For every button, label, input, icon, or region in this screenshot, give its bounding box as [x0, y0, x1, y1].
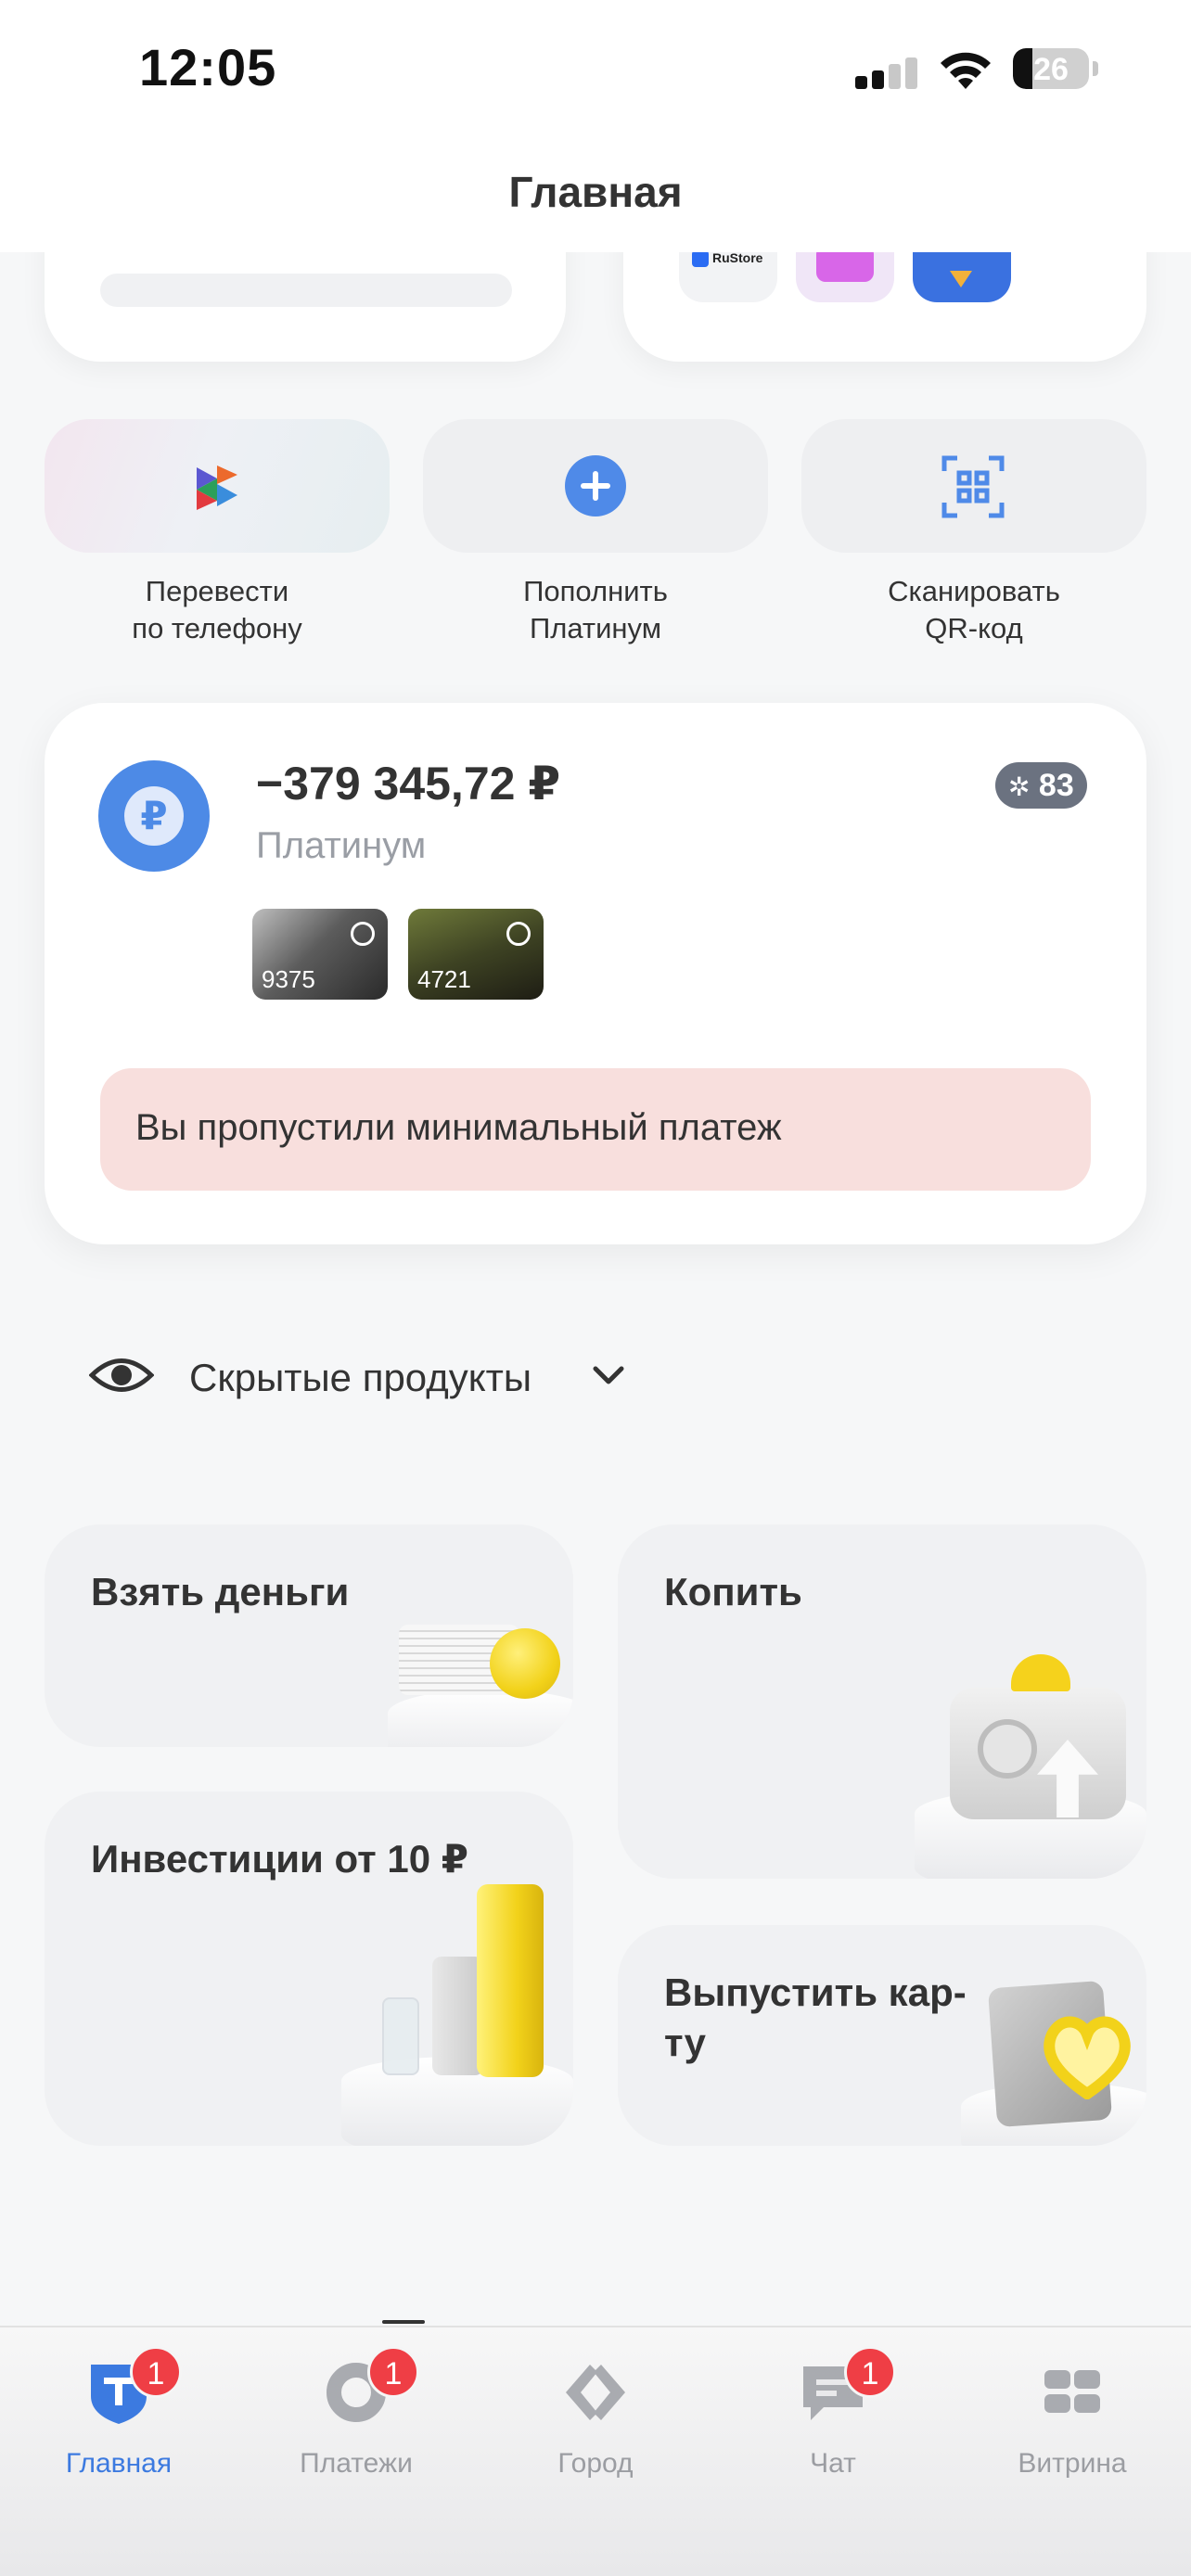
tab-city-label: Город	[557, 2448, 634, 2479]
qr-scan-label-line1: Сканировать	[888, 575, 1060, 607]
topup-label-line2: Платинум	[529, 612, 662, 644]
tab-payments[interactable]: 1 Платежи	[254, 2346, 458, 2481]
battery-nub	[1093, 61, 1098, 76]
save-title: Копить	[664, 1570, 802, 1613]
card-last4: 9375	[262, 965, 315, 993]
tab-chat-label: Чат	[810, 2448, 856, 2479]
chevron-down-icon	[593, 1366, 624, 1384]
tab-payments-label: Платежи	[300, 2448, 413, 2479]
issue-card-tile[interactable]: Выпустить кар- ту	[618, 1925, 1146, 2146]
placeholder-bar	[100, 274, 512, 307]
scroll-indicator	[382, 2320, 425, 2324]
quick-action-topup[interactable]: Пополнить Платинум	[423, 419, 768, 647]
quick-action-qr[interactable]: Сканировать QR-код	[801, 419, 1146, 647]
header: Главная	[0, 139, 1191, 252]
pedestal-graphic	[388, 1690, 573, 1747]
cloud-icon	[351, 922, 375, 946]
tab-showcase[interactable]: Витрина	[970, 2352, 1174, 2481]
tab-chat[interactable]: 1 Чат	[731, 2346, 935, 2481]
safe-graphic	[950, 1688, 1126, 1819]
account-name: Платинум	[256, 825, 427, 866]
gear-icon: ✲	[1008, 772, 1031, 801]
notification-badge: 1	[130, 2346, 182, 2398]
rustore-label: RuStore	[712, 250, 763, 265]
quick-action-transfer[interactable]: Перевести по телефону	[45, 419, 390, 647]
card-last4: 4721	[417, 965, 471, 993]
yellow-bar-graphic	[477, 1884, 544, 2077]
account-balance: −379 345,72 ₽	[256, 758, 561, 810]
tab-showcase-label: Витрина	[1018, 2448, 1127, 2479]
issue-card-title-line2: ту	[664, 2021, 706, 2064]
qr-scan-label-line2: QR-код	[925, 612, 1023, 644]
showcase-grid-icon	[1044, 2370, 1100, 2413]
page-title: Главная	[508, 168, 683, 216]
status-bar: 12:05 26	[0, 0, 1191, 139]
ruble-symbol: ₽	[124, 786, 184, 846]
city-diamond-icon	[566, 2365, 625, 2420]
eye-icon	[89, 1358, 154, 1392]
tab-home-label: Главная	[65, 2448, 173, 2479]
save-tile[interactable]: Копить	[618, 1524, 1146, 1879]
topup-button[interactable]	[423, 419, 768, 553]
battery-level: 26	[1033, 52, 1069, 87]
cashback-count: 83	[1038, 768, 1074, 803]
coin-graphic	[1011, 1654, 1070, 1691]
hidden-products-label: Скрытые продукты	[189, 1356, 532, 1399]
investments-tile[interactable]: Инвестиции от 10 ₽	[45, 1792, 573, 2146]
battery-icon: 26	[1013, 48, 1089, 89]
status-time: 12:05	[139, 38, 277, 96]
issue-card-title: Выпустить кар- ту	[664, 1968, 967, 2068]
tab-city[interactable]: Город	[493, 2352, 698, 2481]
account-card-platinum[interactable]: ₽ −379 345,72 ₽ Платинум ✲ 83 9375 4721 …	[45, 703, 1146, 1244]
tab-home[interactable]: 1 Главная	[17, 2346, 221, 2481]
missed-payment-alert[interactable]: Вы пропустили минимальный платеж	[100, 1068, 1091, 1191]
transfer-label-line1: Перевести	[145, 575, 289, 607]
cellular-signal-icon	[855, 56, 920, 89]
ruble-account-icon: ₽	[98, 760, 210, 872]
cashback-badge[interactable]: ✲ 83	[995, 762, 1087, 809]
qr-scan-icon	[941, 455, 1005, 518]
plus-circle-icon	[565, 455, 626, 516]
notification-badge: 1	[844, 2346, 896, 2398]
sbp-transfer-icon	[197, 465, 237, 510]
transfer-label: Перевести по телефону	[45, 573, 390, 647]
notification-badge: 1	[367, 2346, 419, 2398]
issue-card-title-line1: Выпустить кар-	[664, 1970, 967, 2014]
transfer-button[interactable]	[45, 419, 390, 553]
glass-bar-graphic	[382, 1997, 419, 2075]
topup-label: Пополнить Платинум	[423, 573, 768, 647]
investments-title: Инвестиции от 10 ₽	[91, 1837, 468, 1881]
transfer-label-line2: по телефону	[132, 612, 302, 644]
cloud-icon	[506, 922, 531, 946]
wifi-icon	[941, 52, 991, 89]
card-thumbnail-4721[interactable]: 4721	[408, 909, 544, 1000]
qr-scan-label: Сканировать QR-код	[801, 573, 1146, 647]
tab-bar: 1 Главная 1 Платежи Город 1 Чат Витрина	[0, 2326, 1191, 2576]
qr-scan-button[interactable]	[801, 419, 1146, 553]
coin-graphic	[490, 1628, 560, 1699]
card-thumbnail-9375[interactable]: 9375	[252, 909, 388, 1000]
topup-label-line1: Пополнить	[523, 575, 668, 607]
heart-graphic	[1044, 2016, 1131, 2099]
take-money-tile[interactable]: Взять деньги	[45, 1524, 573, 1747]
alert-text: Вы пропустили минимальный платеж	[135, 1107, 782, 1148]
take-money-title: Взять деньги	[91, 1570, 350, 1613]
